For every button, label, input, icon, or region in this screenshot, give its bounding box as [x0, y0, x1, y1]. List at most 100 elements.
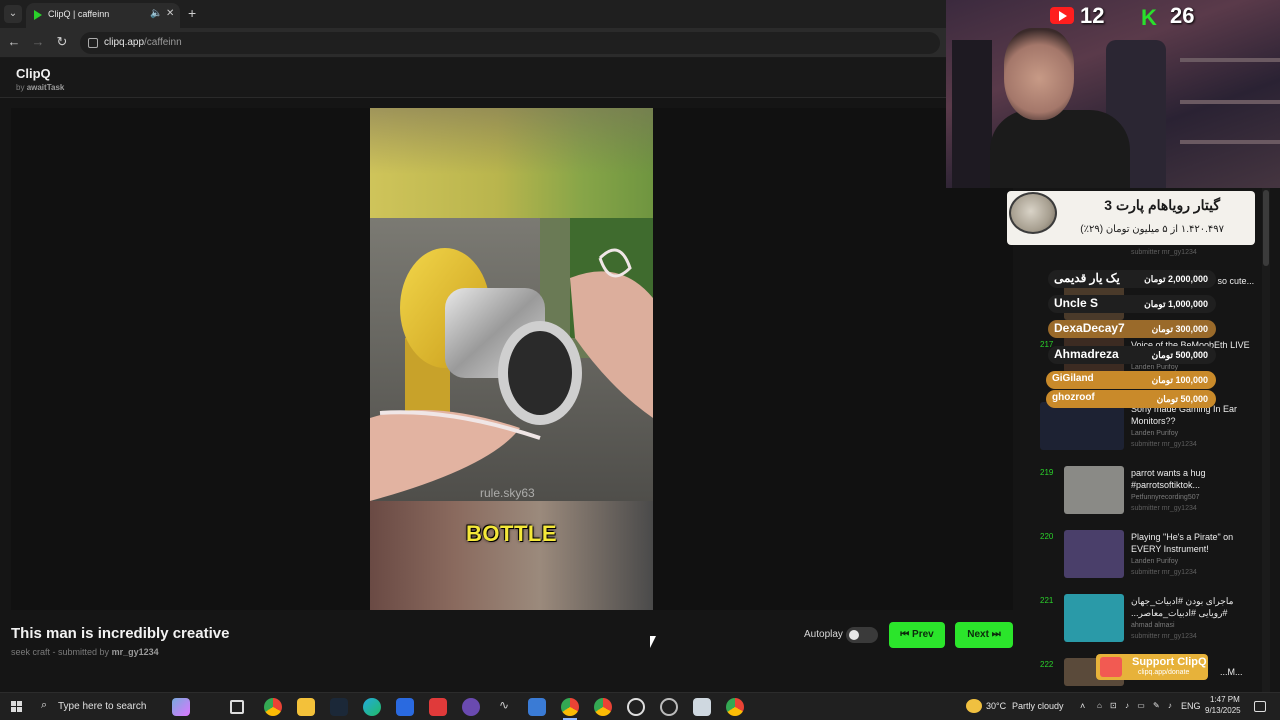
forward-icon[interactable]: →: [30, 34, 46, 49]
autoplay-toggle[interactable]: [846, 627, 878, 643]
queue-item-channel: Landen Purifoy: [1131, 364, 1179, 371]
queue-item[interactable]: 221 ماجرای بودن #ادبیات_جهان #رویایی #اد…: [1040, 594, 1255, 650]
browser-tab[interactable]: ClipQ | caffeinn 🔈 ✕: [26, 3, 180, 28]
site-info-icon[interactable]: [88, 38, 98, 48]
address-bar[interactable]: clipq.app/caffeinn: [80, 32, 940, 54]
weather-icon[interactable]: [966, 699, 982, 713]
clock-app-icon[interactable]: [660, 698, 678, 716]
app-icon[interactable]: [396, 698, 414, 716]
tab-list-dropdown-button[interactable]: ⌄: [4, 5, 22, 23]
video-meta: seek craft - submitted by mr_gy1234: [11, 647, 159, 657]
file-explorer-icon[interactable]: [297, 698, 315, 716]
prev-icon: ⏮: [900, 629, 910, 640]
queue-item[interactable]: 219 parrot wants a hug #parrotsoftiktok.…: [1040, 466, 1255, 522]
back-icon[interactable]: ←: [6, 34, 22, 49]
browser-toolbar: ← → ↻ clipq.app/caffeinn: [0, 28, 946, 58]
video-caption: BOTTLE: [466, 521, 557, 546]
search-icon[interactable]: ⌕: [41, 699, 47, 712]
queue-item[interactable]: 220 Playing "He's a Pirate" on EVERY Ins…: [1040, 530, 1255, 586]
queue-item-channel: Landen Purifoy: [1131, 430, 1179, 437]
donor-pill: ghozroof 50,000 تومان: [1046, 390, 1216, 408]
chrome-icon[interactable]: [264, 698, 282, 716]
queue-item-number: 222: [1040, 660, 1054, 669]
queue-item-thumbnail: [1064, 530, 1124, 578]
media-player-icon[interactable]: [627, 698, 645, 716]
weather-temp[interactable]: 30°C: [986, 701, 1006, 711]
new-tab-button[interactable]: +: [188, 5, 196, 21]
notepad-icon[interactable]: [693, 698, 711, 716]
taskbar-search-input[interactable]: Type here to search: [58, 701, 146, 712]
app-icon-purple[interactable]: [462, 698, 480, 716]
prev-button[interactable]: ⏮ Prev: [889, 622, 945, 648]
video-submitter: mr_gy1234: [111, 647, 159, 657]
queue-item-channel: Petfunnyrecording507: [1131, 494, 1200, 501]
donate-icon: [1100, 657, 1122, 677]
queue-item-thumbnail: [1064, 466, 1124, 514]
video-content: rule.sky63: [370, 218, 653, 501]
queue-item-title: ...M...: [1220, 667, 1243, 677]
chrome-active-icon[interactable]: [561, 698, 579, 716]
queue-item-channel: Landen Purifoy: [1131, 558, 1179, 565]
queue-item-thumbnail: [1064, 594, 1124, 642]
queue-item-number: 220: [1040, 532, 1054, 541]
queue-item-submitter: submitter mr_gy1234: [1131, 441, 1197, 448]
audio-app-icon[interactable]: ∿: [495, 698, 513, 716]
weather-desc[interactable]: Partly cloudy: [1012, 701, 1064, 711]
video-scene: rule.sky63: [370, 218, 653, 501]
tab-close-icon[interactable]: ✕: [166, 8, 174, 19]
tray-chevron-icon[interactable]: ˄: [1080, 701, 1085, 711]
input-language[interactable]: ENG: [1181, 701, 1201, 711]
video-blur-bottom: [370, 501, 653, 610]
donor-pill: DexaDecay7 300,000 تومان: [1048, 320, 1216, 338]
steam-icon[interactable]: [330, 698, 348, 716]
tab-favicon-icon: [34, 10, 42, 20]
chrome-window-icon[interactable]: [726, 698, 744, 716]
queue-item[interactable]: 218 Sony made Gaming In Ear Monitors?? L…: [1040, 402, 1255, 458]
edge-icon[interactable]: [363, 698, 381, 716]
queue-item-submitter: submitter mr_gy1234: [1131, 505, 1197, 512]
windows-taskbar: ⌕ Type here to search ∿ 30°C Partly clou…: [0, 692, 1280, 720]
clock-date[interactable]: 9/13/2025: [1205, 706, 1241, 715]
notifications-icon[interactable]: [1254, 701, 1266, 712]
donation-goal-progress: ۱.۴۲۰.۴۹۷ از ۵ میلیون تومان (۲۹٪): [1080, 224, 1224, 235]
kick-icon: K: [1141, 5, 1157, 30]
video-channel: seek craft: [11, 647, 51, 657]
donor-pill: یک یار قدیمی 2,000,000 تومان: [1048, 270, 1216, 288]
queue-item-submitter: submitter mr_gy1234: [1131, 249, 1197, 256]
support-clipq-badge[interactable]: Support ClipQ clipq.app/donate: [1096, 654, 1208, 680]
kick-viewer-count: 26: [1170, 3, 1195, 28]
webcam-person-body: [990, 110, 1130, 188]
queue-item-title: ماجرای بودن #ادبیات_جهان #رویایی #ادبیات…: [1131, 596, 1234, 618]
next-icon: ⏭: [991, 629, 1001, 640]
youtube-icon: [1050, 7, 1074, 24]
video-frame[interactable]: rule.sky63 BOTTLE: [370, 108, 653, 610]
webcam-person-head: [1004, 28, 1074, 120]
tab-title: ClipQ | caffeinn: [48, 9, 110, 19]
video-watermark: rule.sky63: [480, 486, 535, 500]
queue-item-number: 219: [1040, 468, 1054, 477]
browser-tab-bar: ⌄ ClipQ | caffeinn 🔈 ✕ +: [0, 0, 946, 28]
sidebar-scroll-thumb[interactable]: [1263, 190, 1269, 266]
start-windows-icon[interactable]: [11, 701, 22, 712]
donor-pill: Ahmadreza 500,000 تومان: [1048, 346, 1216, 364]
task-view-icon[interactable]: [230, 700, 244, 714]
donation-goal-title: گیتار رویاهام پارت 3: [1104, 197, 1220, 213]
widget-app-icon[interactable]: [172, 698, 190, 716]
reload-icon[interactable]: ↻: [54, 34, 70, 50]
next-button[interactable]: Next ⏭: [955, 622, 1013, 648]
mouse-cursor-icon: [650, 636, 656, 648]
tab-audio-icon[interactable]: 🔈: [150, 8, 162, 19]
donor-pill: GiGiland 100,000 تومان: [1046, 371, 1216, 389]
app-header: ClipQ by awaitTask: [0, 58, 1024, 98]
chrome-profile-icon[interactable]: [594, 698, 612, 716]
video-blur-top: [370, 108, 653, 218]
queue-item-title: parrot wants a hug #parrotsoftiktok...: [1131, 468, 1206, 490]
address-url: clipq.app/caffeinn: [104, 37, 182, 48]
app-brand[interactable]: ClipQ: [16, 66, 51, 81]
queue-item-thumbnail: [1040, 402, 1124, 450]
clock-time[interactable]: 1:47 PM: [1210, 695, 1240, 704]
queue-item-number: 221: [1040, 596, 1054, 605]
app-icon-blue[interactable]: [528, 698, 546, 716]
app-icon-red[interactable]: [429, 698, 447, 716]
tray-icons[interactable]: ⌂ ⊡ ♪ ▭ ✎ ♪: [1097, 701, 1175, 710]
